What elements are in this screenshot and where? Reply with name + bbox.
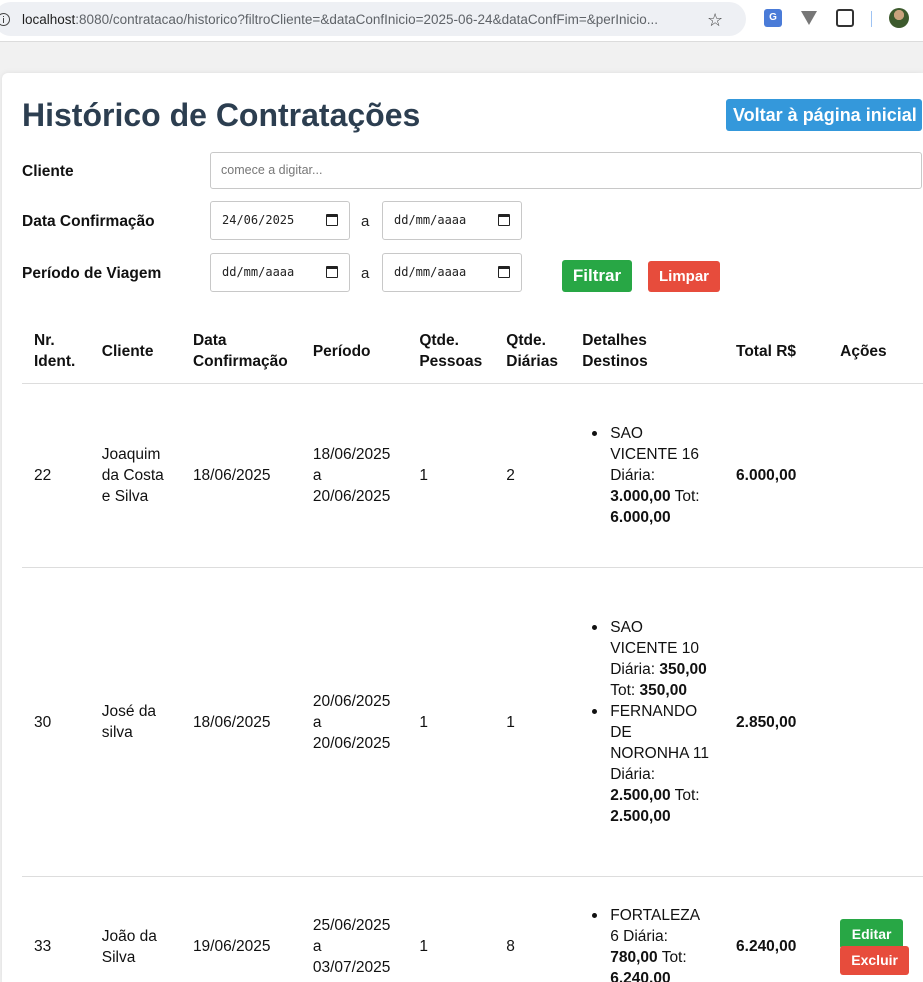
table-row: 33 João da Silva 19/06/2025 25/06/2025 a 0… xyxy=(22,876,923,982)
cell-period: 20/06/2025 a 20/06/2025 xyxy=(300,567,408,877)
calendar-icon[interactable] xyxy=(498,214,510,226)
confirmation-start-date[interactable]: 24/06/2025 xyxy=(210,201,350,240)
avatar[interactable] xyxy=(889,8,909,28)
history-table: Nr. Ident. Cliente Data Confirmação Períod… xyxy=(22,321,923,982)
cell-period: 18/06/2025 a 20/06/2025 xyxy=(300,383,408,568)
confirmation-end-value: dd/mm/aaaa xyxy=(394,213,467,227)
delete-button[interactable]: Excluir xyxy=(840,945,910,975)
date-separator: a xyxy=(361,213,370,230)
cell-client: José da silva xyxy=(89,567,181,877)
cell-days: 2 xyxy=(494,383,571,568)
header-days: Qtde. Diárias xyxy=(494,321,571,384)
cell-confirmation: 19/06/2025 xyxy=(180,876,301,982)
cell-actions xyxy=(828,383,923,568)
header-actions: Ações xyxy=(828,321,923,384)
cell-confirmation: 18/06/2025 xyxy=(180,383,301,568)
confirmation-start-value: 24/06/2025 xyxy=(222,213,295,227)
client-input[interactable]: comece a digitar... xyxy=(210,152,922,189)
cell-days: 8 xyxy=(494,876,571,982)
url-host: localhost xyxy=(22,12,76,27)
header-period: Período xyxy=(300,321,408,384)
extension-icon[interactable] xyxy=(801,11,817,25)
cell-total: 6.000,00 xyxy=(724,383,829,568)
cell-actions: Editar Excluir xyxy=(828,876,923,982)
calendar-icon[interactable] xyxy=(498,266,510,278)
destination-item: FORTALEZA 6 Diária: 780,00 Tot: 6.240,00 xyxy=(582,905,712,982)
cell-people: 1 xyxy=(407,383,495,568)
destination-item: SAO VICENTE 10 Diária: 350,00 Tot: 350,0… xyxy=(582,617,712,701)
page-title: Histórico de Contratações xyxy=(22,97,421,133)
cell-details: FORTALEZA 6 Diária: 780,00 Tot: 6.240,00 xyxy=(570,876,725,982)
header-details: Detalhes Destinos xyxy=(570,321,725,384)
header-total: Total R$ xyxy=(724,321,829,384)
cell-id: 33 xyxy=(22,876,90,982)
address-bar[interactable]: localhost:8080/contratacao/historico?fil… xyxy=(0,2,746,36)
cell-client: João da Silva xyxy=(89,876,181,982)
cell-total: 6.240,00 xyxy=(724,876,829,982)
bookmark-star-icon[interactable]: ☆ xyxy=(707,10,723,31)
trip-start-value: dd/mm/aaaa xyxy=(222,265,295,279)
header-client: Cliente xyxy=(89,321,181,384)
cell-id: 22 xyxy=(22,383,90,568)
cell-details: SAO VICENTE 16 Diária: 3.000,00 Tot: 6.0… xyxy=(570,383,725,568)
destination-item: SAO VICENTE 16 Diária: 3.000,00 Tot: 6.0… xyxy=(582,423,712,528)
puzzle-icon[interactable] xyxy=(836,9,854,27)
trip-period-label: Período de Viagem xyxy=(22,265,162,282)
cell-client: Joaquim da Costa e Silva xyxy=(89,383,181,568)
table-row: 30 José da silva 18/06/2025 20/06/2025 a 2… xyxy=(22,567,923,877)
confirmation-date-label: Data Confirmação xyxy=(22,213,155,230)
confirmation-end-date[interactable]: dd/mm/aaaa xyxy=(382,201,522,240)
cell-days: 1 xyxy=(494,567,571,877)
cell-period: 25/06/2025 a 03/07/2025 xyxy=(300,876,408,982)
trip-start-date[interactable]: dd/mm/aaaa xyxy=(210,253,350,292)
client-label: Cliente xyxy=(22,163,74,180)
home-button[interactable]: Voltar à página inicial xyxy=(726,99,922,131)
toolbar-divider xyxy=(871,11,872,27)
cell-details: SAO VICENTE 10 Diária: 350,00 Tot: 350,0… xyxy=(570,567,725,877)
cell-people: 1 xyxy=(407,876,495,982)
header-id: Nr. Ident. xyxy=(22,321,90,384)
header-people: Qtde. Pessoas xyxy=(407,321,495,384)
date-separator: a xyxy=(361,265,370,282)
calendar-icon[interactable] xyxy=(326,214,338,226)
browser-toolbar: localhost:8080/contratacao/historico?fil… xyxy=(0,0,923,42)
cell-id: 30 xyxy=(22,567,90,877)
table-header-row: Nr. Ident. Cliente Data Confirmação Períod… xyxy=(22,321,923,384)
cell-confirmation: 18/06/2025 xyxy=(180,567,301,877)
trip-end-value: dd/mm/aaaa xyxy=(394,265,467,279)
cell-total: 2.850,00 xyxy=(724,567,829,877)
cell-actions xyxy=(828,567,923,877)
calendar-icon[interactable] xyxy=(326,266,338,278)
filter-button[interactable]: Filtrar xyxy=(562,260,632,292)
destination-item: FERNANDO DE NORONHA 11 Diária: 2.500,00 … xyxy=(582,701,712,827)
url-text[interactable]: localhost:8080/contratacao/historico?fil… xyxy=(22,12,712,27)
header-confirmation: Data Confirmação xyxy=(180,321,301,384)
url-path: :8080/contratacao/historico?filtroClient… xyxy=(75,12,659,27)
trip-end-date[interactable]: dd/mm/aaaa xyxy=(382,253,522,292)
site-info-icon[interactable] xyxy=(0,13,10,26)
clear-button[interactable]: Limpar xyxy=(648,261,720,292)
cell-people: 1 xyxy=(407,567,495,877)
page-container: Histórico de Contratações Voltar à págin… xyxy=(2,73,923,982)
edit-button[interactable]: Editar xyxy=(840,918,904,949)
table-row: 22 Joaquim da Costa e Silva 18/06/2025 1… xyxy=(22,383,923,568)
translate-icon[interactable]: G xyxy=(764,9,782,27)
